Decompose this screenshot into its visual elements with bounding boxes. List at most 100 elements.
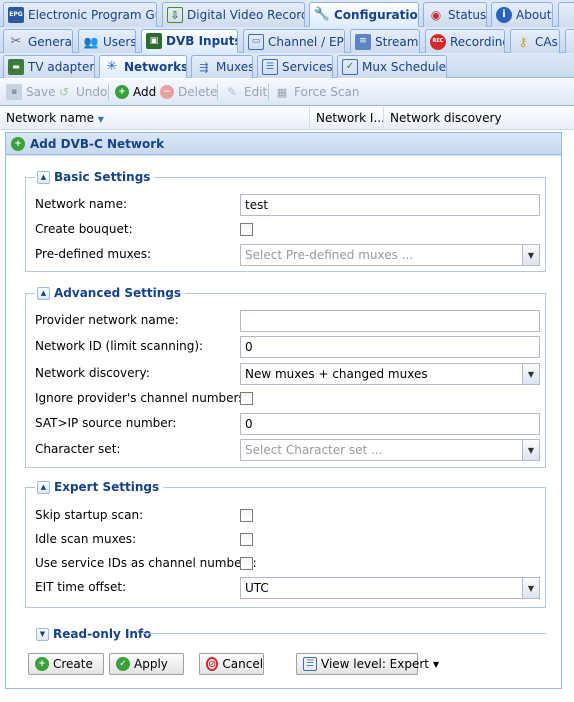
provider-network-name-input[interactable] [240, 310, 540, 332]
dropdown-arrow-icon: ▼ [433, 659, 440, 669]
basic-settings-legend: ▲ Basic Settings [35, 169, 155, 185]
skip-startup-scan-checkbox[interactable] [240, 509, 253, 522]
tab-services[interactable]: ☰ Services [257, 55, 333, 78]
skip-startup-scan-label: Skip startup scan: [35, 508, 144, 522]
character-set-select[interactable]: Select Character set ... ▼ [240, 439, 540, 461]
tab-status[interactable]: ◉ Status [423, 2, 487, 27]
expert-settings-legend: ▲ Expert Settings [35, 479, 164, 495]
chevron-down-icon[interactable]: ▼ [522, 364, 539, 384]
add-icon: + [35, 657, 49, 671]
collapse-icon[interactable]: ▲ [37, 170, 50, 184]
add-icon: + [115, 85, 129, 99]
view-level-button[interactable]: ☰ View level: Expert ▼ [296, 653, 439, 675]
satip-source-row: SAT>IP source number: 0 [35, 413, 540, 435]
advanced-settings-fieldset: ▲ Advanced Settings Provider network nam… [25, 285, 546, 468]
create-bouquet-checkbox[interactable] [240, 223, 253, 236]
network-name-row: Network name: test [35, 194, 540, 216]
expert-settings-fieldset: ▲ Expert Settings Skip startup scan: Idl… [25, 479, 546, 608]
collapse-icon[interactable]: ▲ [37, 286, 50, 300]
list-icon: ☰ [303, 657, 317, 671]
satip-source-input[interactable]: 0 [240, 413, 540, 435]
users-icon: 👥 [83, 34, 99, 49]
column-network-name[interactable]: Network name ▼ [0, 107, 310, 130]
tab-recording[interactable]: REC Recording [425, 29, 505, 53]
chevron-down-icon[interactable]: ▼ [522, 440, 539, 460]
tab-overflow[interactable] [558, 2, 574, 27]
tab-users[interactable]: 👥 Users [78, 29, 136, 53]
networks-toolbar: ▪ Save ↺ Undo + Add − Delete ✎ Edit ▦ Fo… [0, 79, 574, 106]
dialog-button-bar: + Create ✓ Apply ⊘ Cancel ☰ View level: … [6, 653, 561, 677]
check-icon: ✓ [116, 657, 130, 671]
collapse-icon[interactable]: ▲ [37, 480, 50, 494]
dialog-body: ▲ Basic Settings Network name: test Crea… [6, 156, 561, 688]
add-button[interactable]: + Add [115, 83, 156, 101]
epg-icon: EPG [8, 7, 24, 23]
tab-dvr[interactable]: ⇩ Digital Video Recorder [162, 2, 305, 27]
add-icon: + [11, 136, 25, 151]
tab-mux-schedulers[interactable]: ✓ Mux Schedulers [337, 55, 447, 78]
scheduler-icon: ✓ [342, 59, 358, 75]
dvb-tab-bar: ▬ TV adapters ✳ Networks ⇶ Muxes ☰ Servi… [0, 53, 574, 78]
adapter-icon: ▬ [8, 59, 24, 75]
expand-icon[interactable]: ▼ [36, 627, 49, 641]
undo-icon: ↺ [58, 85, 70, 99]
tab-networks[interactable]: ✳ Networks [99, 55, 187, 78]
dialog-title: Add DVB-C Network [30, 136, 165, 151]
network-discovery-select[interactable]: New muxes + changed muxes ▼ [240, 363, 540, 385]
add-network-dialog: + Add DVB-C Network ▲ Basic Settings Net… [5, 132, 562, 689]
network-discovery-row: Network discovery: New muxes + changed m… [35, 363, 540, 385]
ignore-channel-numbers-row: Ignore provider's channel numbers: [35, 388, 540, 410]
tab-cas[interactable]: ⚷ CAs [510, 29, 560, 53]
toolbar-separator [268, 84, 269, 100]
chevron-down-icon[interactable]: ▼ [522, 245, 539, 265]
muxes-icon: ⇶ [199, 60, 209, 74]
tab-muxes[interactable]: ⇶ Muxes [191, 55, 253, 78]
toolbar-separator [217, 84, 218, 100]
tab-channel-epg[interactable]: ▭ Channel / EPG [243, 29, 345, 53]
eit-time-offset-select[interactable]: UTC ▼ [240, 577, 540, 599]
undo-button[interactable]: ↺ Undo [56, 83, 107, 101]
delete-icon: − [160, 85, 174, 99]
stream-icon: ≡ [355, 33, 371, 50]
tab-overflow-2[interactable] [565, 29, 574, 53]
provider-network-name-label: Provider network name: [35, 313, 179, 327]
config-tab-bar: ✂ General 👥 Users ▣ DVB Inputs ▭ Channel… [0, 27, 574, 53]
apply-button[interactable]: ✓ Apply [109, 653, 184, 675]
character-set-label: Character set: [35, 442, 121, 456]
chevron-down-icon[interactable]: ▼ [522, 578, 539, 598]
tab-configuration[interactable]: 🔧 Configuration [309, 2, 419, 27]
dialog-header: + Add DVB-C Network [6, 133, 561, 155]
network-id-input[interactable]: 0 [240, 336, 540, 358]
satip-source-label: SAT>IP source number: [35, 416, 177, 430]
idle-scan-muxes-label: Idle scan muxes: [35, 532, 137, 546]
rec-icon: REC [430, 33, 446, 50]
predefined-muxes-select[interactable]: Select Pre-defined muxes ... ▼ [240, 244, 540, 266]
tv-icon: ▣ [146, 33, 162, 49]
predefined-muxes-label: Pre-defined muxes: [35, 247, 152, 261]
tab-about[interactable]: i About [491, 2, 553, 27]
tab-tv-adapters[interactable]: ▬ TV adapters [3, 55, 95, 78]
tab-dvb-inputs[interactable]: ▣ DVB Inputs [141, 29, 238, 53]
divider [143, 633, 546, 634]
save-button[interactable]: ▪ Save [6, 83, 55, 101]
service-ids-checkbox[interactable] [240, 557, 253, 570]
ignore-channel-numbers-checkbox[interactable] [240, 392, 253, 405]
column-network-id[interactable]: Network I... [310, 107, 384, 130]
create-bouquet-label: Create bouquet: [35, 222, 133, 236]
column-network-discovery[interactable]: Network discovery [384, 107, 574, 130]
tab-stream[interactable]: ≡ Stream [350, 29, 420, 53]
idle-scan-muxes-checkbox[interactable] [240, 533, 253, 546]
provider-network-name-row: Provider network name: [35, 310, 540, 332]
delete-button[interactable]: − Delete [160, 83, 217, 101]
tab-general[interactable]: ✂ General [3, 29, 73, 53]
readonly-info-legend: ▼ Read-only Info [34, 626, 156, 642]
edit-button[interactable]: ✎ Edit [224, 83, 267, 101]
sort-desc-icon: ▼ [97, 115, 104, 124]
network-name-input[interactable]: test [240, 194, 540, 216]
tab-epg[interactable]: EPG Electronic Program Guide [3, 2, 157, 27]
create-button[interactable]: + Create [28, 653, 104, 675]
force-scan-button[interactable]: ▦ Force Scan [274, 83, 360, 101]
wrench-icon: 🔧 [313, 7, 331, 22]
cancel-button[interactable]: ⊘ Cancel [199, 653, 264, 675]
key-icon: ⚷ [518, 34, 528, 49]
